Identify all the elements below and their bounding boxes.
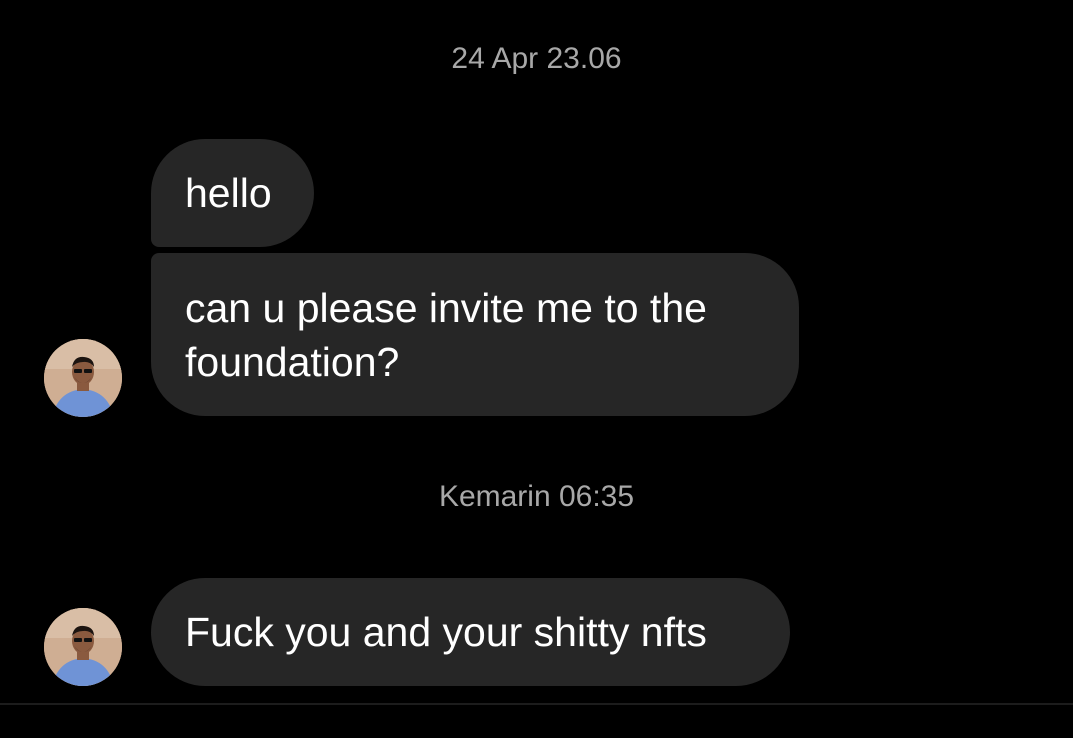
timestamp: Kemarin 06:35 bbox=[438, 480, 635, 513]
divider bbox=[0, 703, 1073, 705]
message-bubble[interactable]: can u please invite me to the foundation… bbox=[151, 253, 799, 416]
message-text: Fuck you and your shitty nfts bbox=[185, 609, 707, 655]
message-text: hello bbox=[185, 170, 272, 216]
avatar-icon[interactable] bbox=[44, 339, 122, 417]
timestamp: 24 Apr 23.06 bbox=[451, 42, 622, 75]
message-text: can u please invite me to the foundation… bbox=[185, 284, 707, 385]
message-bubble[interactable]: Fuck you and your shitty nfts bbox=[151, 578, 790, 686]
message-bubble[interactable]: hello bbox=[151, 139, 314, 247]
avatar-icon[interactable] bbox=[44, 608, 122, 686]
